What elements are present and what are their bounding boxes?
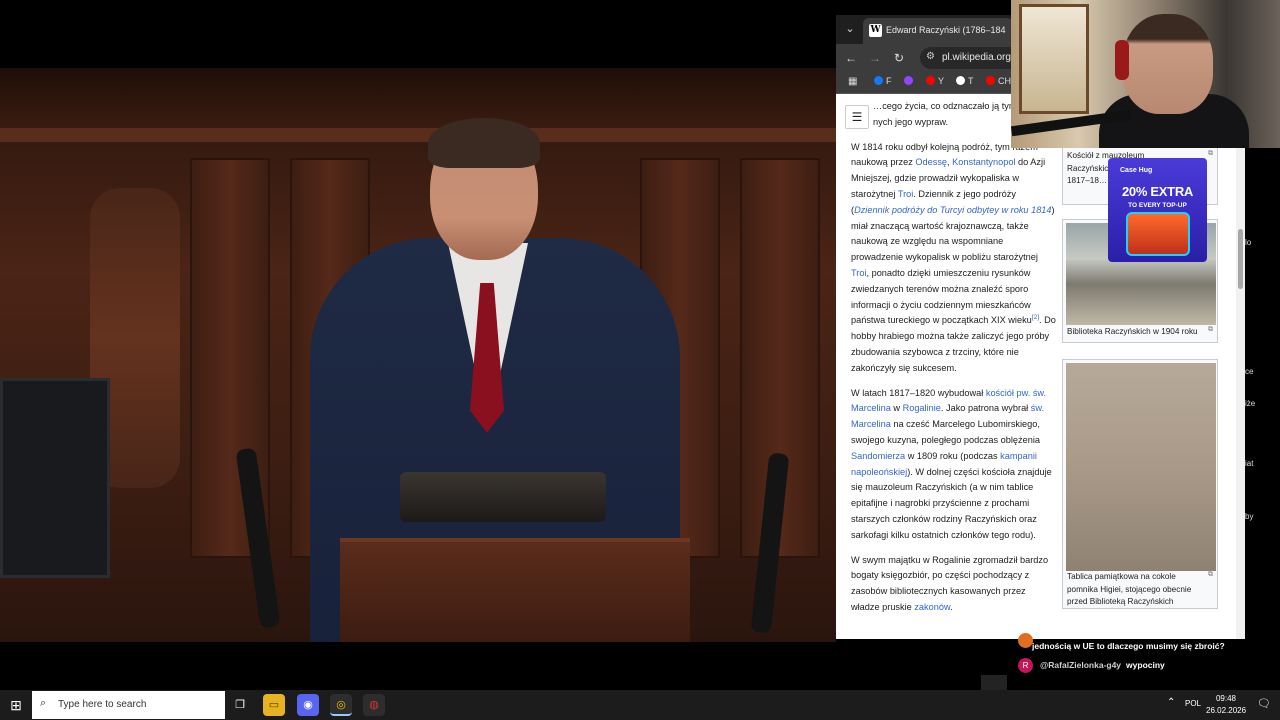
magnify-icon[interactable]: ⧉	[1208, 150, 1213, 158]
magnify-icon[interactable]: ⧉	[1208, 571, 1213, 579]
taskbar: ⊞ ⌕ Type here to search ❐ ▭ ◉ ◎ ◍ ⌃ POL …	[0, 690, 1280, 720]
video-wall-band	[0, 128, 836, 142]
ad-headline: 20% EXTRA	[1122, 184, 1193, 199]
search-icon: ⌕	[40, 697, 47, 709]
figure-caption: Biblioteka Raczyńskich w 1904 roku	[1067, 327, 1198, 336]
webcam-background-window	[1019, 4, 1089, 114]
page-scrollbar[interactable]	[1236, 95, 1245, 639]
site-info-icon[interactable]: ⚙	[926, 51, 935, 62]
ad-subline: TO EVERY TOP-UP	[1128, 202, 1187, 209]
notification-icon[interactable]: 🗨	[1257, 697, 1271, 710]
chat-overlay: jednością w UE to dlaczego musimy się zb…	[1018, 632, 1280, 686]
webcam-overlay	[1011, 0, 1280, 148]
x-icon	[956, 76, 965, 85]
chat-message-text: wypociny	[1126, 660, 1165, 670]
paragraph: W 1814 roku odbył kolejną podróż, tym ra…	[851, 141, 1056, 373]
video-podium-top	[400, 472, 606, 522]
ad-banner[interactable]: Case Hug 20% EXTRA TO EVERY TOP-UP	[1108, 158, 1207, 262]
tab-search-chevron-icon[interactable]: ⌄	[841, 21, 859, 38]
video-player[interactable]	[0, 68, 836, 642]
video-podium	[340, 538, 690, 642]
back-arrow-icon[interactable]: ←	[843, 50, 859, 66]
clock-date: 26.02.2026	[1206, 706, 1247, 715]
link[interactable]: Sandomierza	[851, 451, 905, 461]
link[interactable]: Dziennik podróży do Turcyi odbytey w rok…	[854, 205, 1051, 215]
link[interactable]: Rogalinie	[903, 403, 941, 413]
ad-logo: Case Hug	[1120, 167, 1153, 174]
table-of-contents-icon[interactable]: ☰	[845, 105, 869, 129]
apps-grid-icon[interactable]: ▦	[848, 76, 857, 87]
paragraph: W latach 1817–1820 wybudował kościół pw.…	[851, 387, 1052, 540]
bookmark-item[interactable]	[904, 76, 916, 86]
taskbar-clock[interactable]: 09:48 26.02.2026	[1206, 693, 1246, 717]
address-url: pl.wikipedia.org/	[942, 52, 1014, 63]
taskbar-search[interactable]: ⌕ Type here to search	[32, 691, 225, 719]
tab-title: Edward Raczyński (1786–1845)	[886, 25, 1006, 35]
reload-icon[interactable]: ↻	[891, 50, 907, 66]
video-speaker-hair	[428, 118, 540, 168]
discord-icon[interactable]: ◉	[297, 694, 319, 716]
file-explorer-icon[interactable]: ▭	[263, 694, 285, 716]
task-view-icon[interactable]: ❐	[229, 694, 251, 716]
bookmark-item[interactable]: CH	[986, 76, 1011, 86]
tray-chevron-up-icon[interactable]: ⌃	[1167, 697, 1175, 708]
link[interactable]: Troi	[898, 189, 913, 199]
article-body: …cego życia, co odznaczało ją tym s… …ny…	[851, 99, 1056, 625]
bookmark-item[interactable]: T	[956, 76, 974, 86]
language-indicator[interactable]: POL	[1185, 699, 1201, 708]
tab-wikipedia[interactable]: W Edward Raczyński (1786–1845) ✕	[863, 18, 1039, 44]
scrollbar-thumb[interactable]	[1238, 229, 1243, 289]
chat-message-text: jednością w UE to dlaczego musimy się zb…	[1032, 641, 1225, 651]
facebook-icon	[874, 76, 883, 85]
link[interactable]: zakonów	[914, 602, 950, 612]
magnify-icon[interactable]: ⧉	[1208, 326, 1213, 334]
treasure-chest-icon	[1126, 212, 1190, 256]
wikipedia-favicon-icon: W	[869, 24, 882, 37]
overlay-button	[981, 675, 1007, 691]
chat-avatar	[1018, 633, 1033, 648]
side-label: lo	[1245, 238, 1252, 247]
paragraph: W swym majątku w Rogalinie zgromadził ba…	[851, 554, 1049, 612]
desktop: ⌄ W Edward Raczyński (1786–1845) ✕ ← → ↻…	[0, 0, 1280, 720]
chat-username: @RafalZielonka-g4y	[1040, 660, 1122, 670]
link[interactable]: Odessę	[915, 157, 947, 167]
side-label: iat	[1245, 459, 1254, 468]
bookmark-item[interactable]: Y	[926, 76, 944, 86]
link[interactable]: Konstantynopol	[952, 157, 1015, 167]
chat-message: jednością w UE to dlaczego musimy się zb…	[1032, 641, 1280, 651]
windows-start-icon[interactable]: ⊞	[0, 690, 32, 720]
side-label: iże	[1245, 399, 1256, 408]
bookmark-item[interactable]: F	[874, 76, 892, 86]
forward-arrow-icon[interactable]: →	[867, 50, 883, 66]
clock-time: 09:48	[1215, 694, 1237, 703]
chat-avatar: R	[1018, 658, 1033, 673]
search-placeholder: Type here to search	[58, 699, 147, 710]
figure-plaque[interactable]: Tablica pamiątkowa na cokole pomnika Hig…	[1062, 359, 1218, 609]
plaque-photo[interactable]	[1066, 363, 1216, 571]
headset-icon	[1115, 40, 1129, 80]
twitch-icon	[904, 76, 913, 85]
reference-link[interactable]: [2]	[1032, 314, 1039, 322]
link[interactable]: Troi	[851, 268, 866, 278]
chrome-icon[interactable]: ◎	[330, 694, 352, 716]
chat-message: @RafalZielonka-g4y wypociny	[1040, 660, 1280, 670]
video-monitor	[0, 378, 110, 578]
webcam-streamer-head	[1123, 14, 1213, 114]
youtube-icon	[926, 76, 935, 85]
side-label: ce	[1245, 367, 1254, 376]
video-wall-top	[0, 68, 836, 128]
side-label: by	[1245, 512, 1254, 521]
figure-caption: Tablica pamiątkowa na cokole pomnika Hig…	[1067, 572, 1192, 606]
obs-icon[interactable]: ◍	[363, 694, 385, 716]
youtube-icon	[986, 76, 995, 85]
